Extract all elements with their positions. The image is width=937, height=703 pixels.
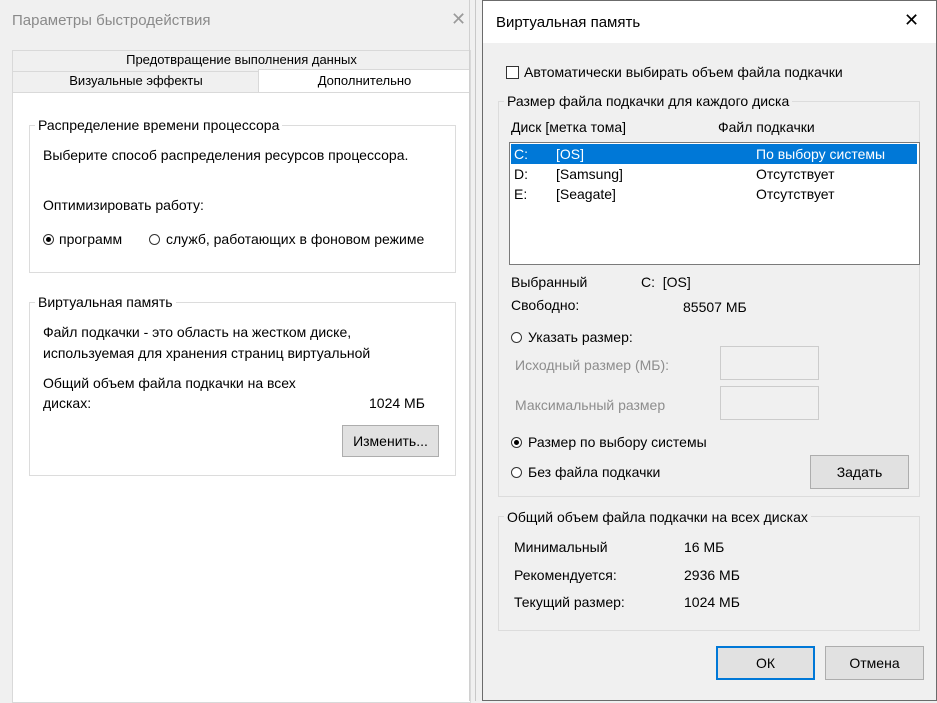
drive-label: [Samsung] <box>556 166 623 182</box>
window-edge-divider <box>469 0 470 701</box>
per-disk-caption: Размер файла подкачки для каждого диска <box>504 93 793 109</box>
no-pagefile-radio[interactable] <box>511 467 522 478</box>
custom-size-label[interactable]: Указать размер: <box>528 329 633 345</box>
minimum-label: Минимальный <box>514 539 608 555</box>
tab-visual-effects[interactable]: Визуальные эффекты <box>12 71 260 93</box>
drive-row-c[interactable]: C: [OS] По выбору системы <box>511 144 917 164</box>
tab-advanced-label: Дополнительно <box>317 73 412 88</box>
perf-window-title: Параметры быстродействия <box>12 12 211 29</box>
current-size-value: 1024 МБ <box>684 594 740 610</box>
drive-label: [OS] <box>556 146 585 162</box>
no-pagefile-label[interactable]: Без файла подкачки <box>528 464 660 480</box>
vm-description-line1: Файл подкачки - это область на жестком д… <box>43 324 352 340</box>
minimum-value: 16 МБ <box>684 539 725 555</box>
tab-data-execution-prevention[interactable]: Предотвращение выполнения данных <box>12 50 471 71</box>
column-header-pagefile: Файл подкачки <box>718 119 815 135</box>
selected-drive-value: C: [OS] <box>641 274 691 290</box>
recommended-value: 2936 МБ <box>684 567 740 583</box>
dialog-title: Виртуальная память <box>496 14 641 31</box>
tab-advanced[interactable]: Дополнительно <box>258 69 471 94</box>
change-button[interactable]: Изменить... <box>342 425 439 457</box>
ok-button[interactable]: ОК <box>716 646 815 680</box>
system-managed-radio[interactable] <box>511 437 522 448</box>
programs-radio-label[interactable]: программ <box>59 231 122 247</box>
auto-manage-checkbox[interactable] <box>506 66 519 79</box>
vm-description-line2: используемая для хранения страниц виртуа… <box>43 345 371 361</box>
optimize-label: Оптимизировать работу: <box>43 197 204 213</box>
system-managed-label[interactable]: Размер по выбору системы <box>528 434 707 450</box>
tab-dep-label: Предотвращение выполнения данных <box>126 52 357 67</box>
cancel-button[interactable]: Отмена <box>825 646 924 680</box>
drive-row-e[interactable]: E: [Seagate] Отсутствует <box>511 184 917 204</box>
drive-pagefile: Отсутствует <box>756 186 835 202</box>
vm-total-label-line2: дисках: <box>43 395 92 411</box>
initial-size-input[interactable] <box>720 346 819 380</box>
free-space-value: 85507 МБ <box>683 299 747 315</box>
selected-drive-label: Выбранный <box>511 274 588 290</box>
background-services-radio-label[interactable]: служб, работающих в фоновом режиме <box>166 231 424 247</box>
processor-scheduling-caption: Распределение времени процессора <box>35 117 283 133</box>
perf-close-icon[interactable]: ✕ <box>451 10 466 28</box>
background-services-radio[interactable] <box>149 234 160 245</box>
drive-row-d[interactable]: D: [Samsung] Отсутствует <box>511 164 917 184</box>
current-size-label: Текущий размер: <box>514 594 625 610</box>
drive-letter: D: <box>514 166 528 182</box>
tab-visual-label: Визуальные эффекты <box>69 73 203 88</box>
programs-radio[interactable] <box>43 234 54 245</box>
drive-letter: E: <box>514 186 528 202</box>
totals-caption: Общий объем файла подкачки на всех диска… <box>504 509 811 525</box>
auto-manage-label[interactable]: Автоматически выбирать объем файла подка… <box>524 64 843 80</box>
drive-letter: C: <box>514 146 528 162</box>
virtual-memory-dialog: Виртуальная память ✕ Автоматически выбир… <box>482 0 937 701</box>
dialog-close-icon[interactable]: ✕ <box>904 11 919 29</box>
virtual-memory-caption: Виртуальная память <box>35 294 176 310</box>
performance-options-window: Параметры быстродействия ✕ Предотвращени… <box>0 0 476 703</box>
drive-pagefile: По выбору системы <box>756 146 886 162</box>
drive-pagefile: Отсутствует <box>756 166 835 182</box>
custom-size-radio[interactable] <box>511 332 522 343</box>
vm-total-label-line1: Общий объем файла подкачки на всех <box>43 375 296 391</box>
initial-size-label: Исходный размер (МБ): <box>515 357 670 373</box>
set-button[interactable]: Задать <box>810 455 909 489</box>
max-size-label: Максимальный размер <box>515 397 666 413</box>
processor-scheduling-description: Выберите способ распределения ресурсов п… <box>43 147 409 163</box>
column-header-disk: Диск [метка тома] <box>511 119 627 135</box>
vm-total-value: 1024 МБ <box>369 395 425 411</box>
drive-label: [Seagate] <box>556 186 616 202</box>
max-size-input[interactable] <box>720 386 819 420</box>
recommended-label: Рекомендуется: <box>514 567 617 583</box>
free-space-label: Свободно: <box>511 297 580 313</box>
drive-list[interactable]: C: [OS] По выбору системы D: [Samsung] О… <box>509 142 920 265</box>
